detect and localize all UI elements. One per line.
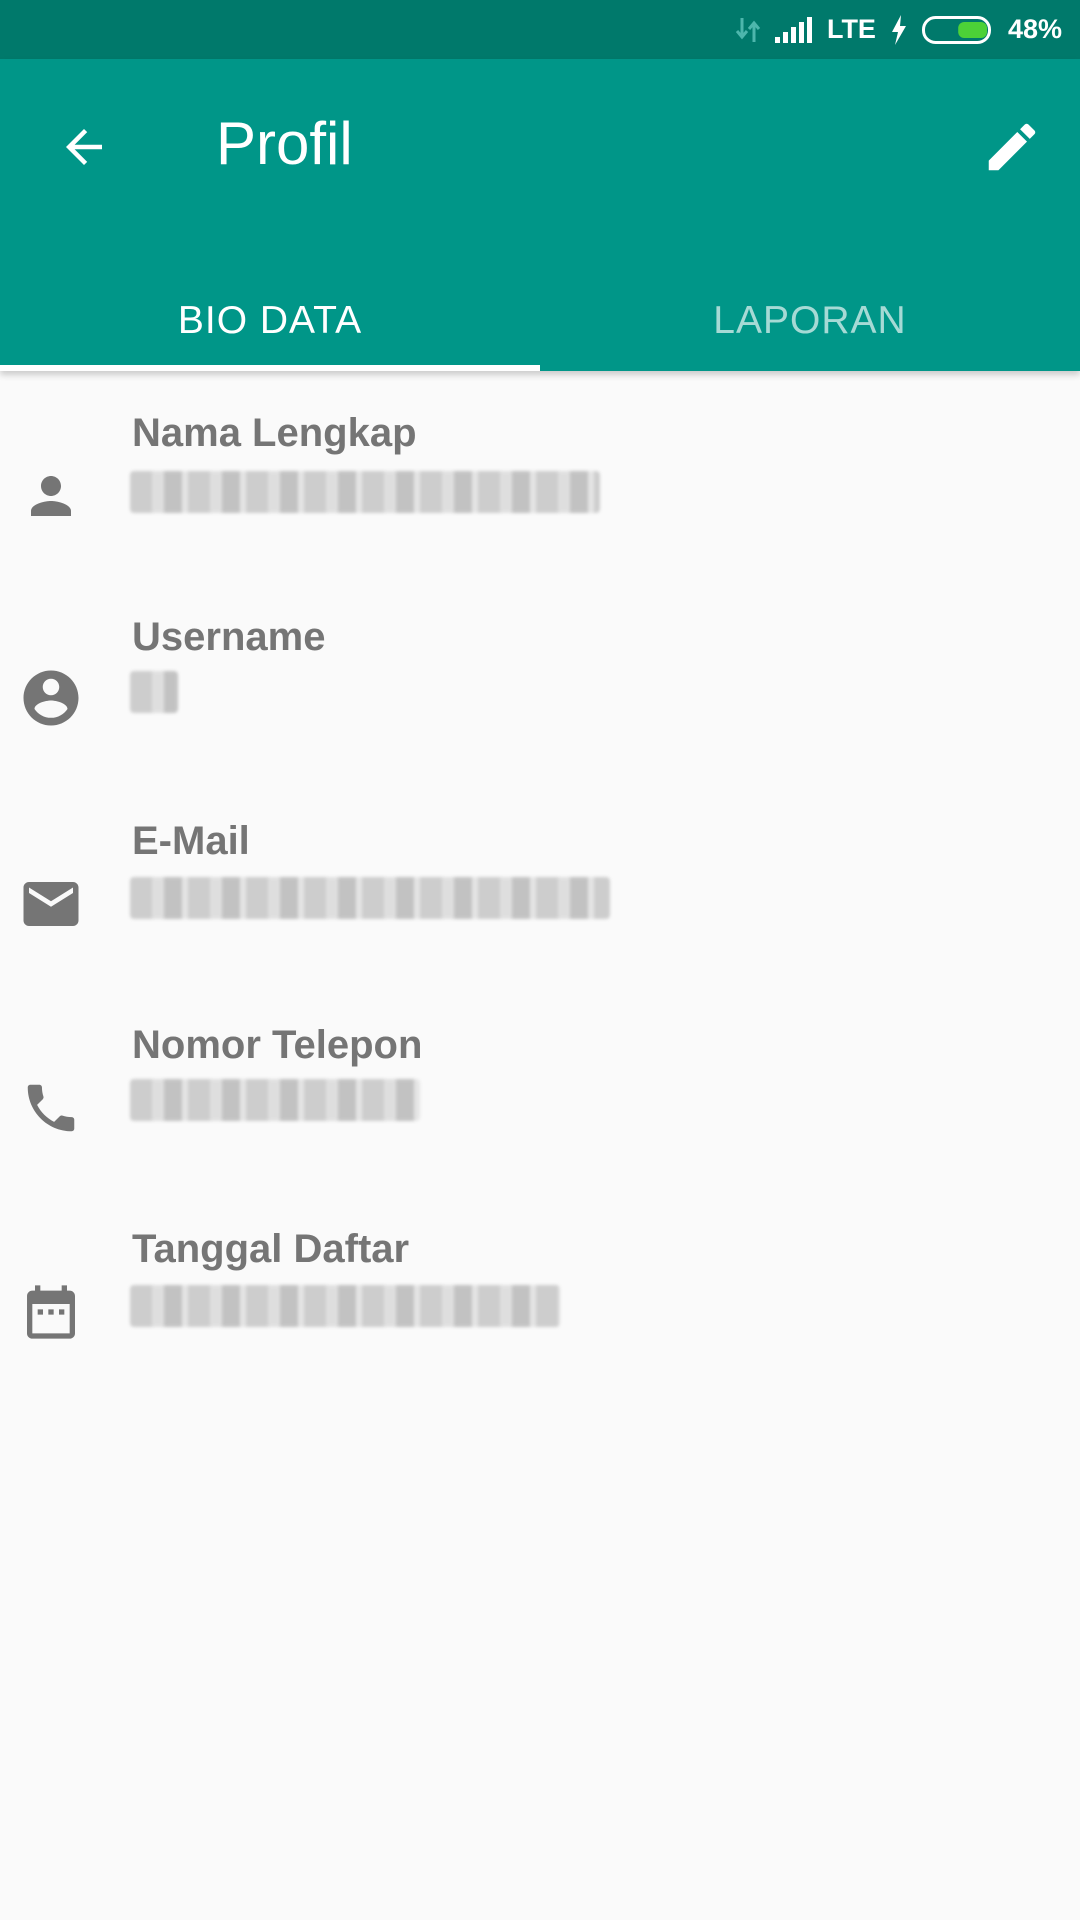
field-value-redacted xyxy=(130,1285,560,1327)
field-username: Username xyxy=(0,615,1080,815)
tab-laporan[interactable]: LAPORAN xyxy=(540,271,1080,371)
field-label: E-Mail xyxy=(132,819,250,863)
battery-percent: 48% xyxy=(1007,14,1062,44)
account-circle-icon xyxy=(18,665,84,731)
field-value-redacted xyxy=(130,471,600,513)
field-label: Username xyxy=(132,615,326,659)
charging-icon xyxy=(890,14,908,45)
field-value-redacted xyxy=(130,671,178,713)
status-bar: LTE 48% xyxy=(0,0,1080,59)
field-nama-lengkap: Nama Lengkap xyxy=(0,411,1080,611)
field-label: Tanggal Daftar xyxy=(132,1227,410,1271)
calendar-icon xyxy=(18,1279,84,1345)
signal-icon xyxy=(774,16,813,43)
tab-bio-data[interactable]: BIO DATA xyxy=(0,271,540,371)
person-icon xyxy=(18,463,84,529)
network-type: LTE xyxy=(826,14,876,44)
mail-icon xyxy=(18,871,84,937)
data-arrows-icon xyxy=(735,16,761,44)
app-bar: Profil BIO DATA LAPORAN xyxy=(0,59,1080,371)
tab-indicator xyxy=(0,365,540,371)
phone-icon xyxy=(18,1075,84,1141)
page-title: Profil xyxy=(216,110,353,177)
field-value-redacted xyxy=(130,877,610,919)
field-value-redacted xyxy=(130,1079,420,1121)
tab-bar: BIO DATA LAPORAN xyxy=(0,271,1080,371)
pencil-icon xyxy=(981,116,1043,183)
edit-button[interactable] xyxy=(974,111,1050,187)
field-tanggal-daftar: Tanggal Daftar xyxy=(0,1227,1080,1427)
field-email: E-Mail xyxy=(0,819,1080,1019)
tab-label: BIO DATA xyxy=(177,299,363,342)
field-nomor-telepon: Nomor Telepon xyxy=(0,1023,1080,1223)
battery-icon xyxy=(921,15,994,45)
arrow-back-icon xyxy=(57,120,111,179)
field-label: Nama Lengkap xyxy=(132,411,417,455)
back-button[interactable] xyxy=(48,113,120,185)
tab-label: LAPORAN xyxy=(713,299,907,342)
field-label: Nomor Telepon xyxy=(132,1023,423,1067)
